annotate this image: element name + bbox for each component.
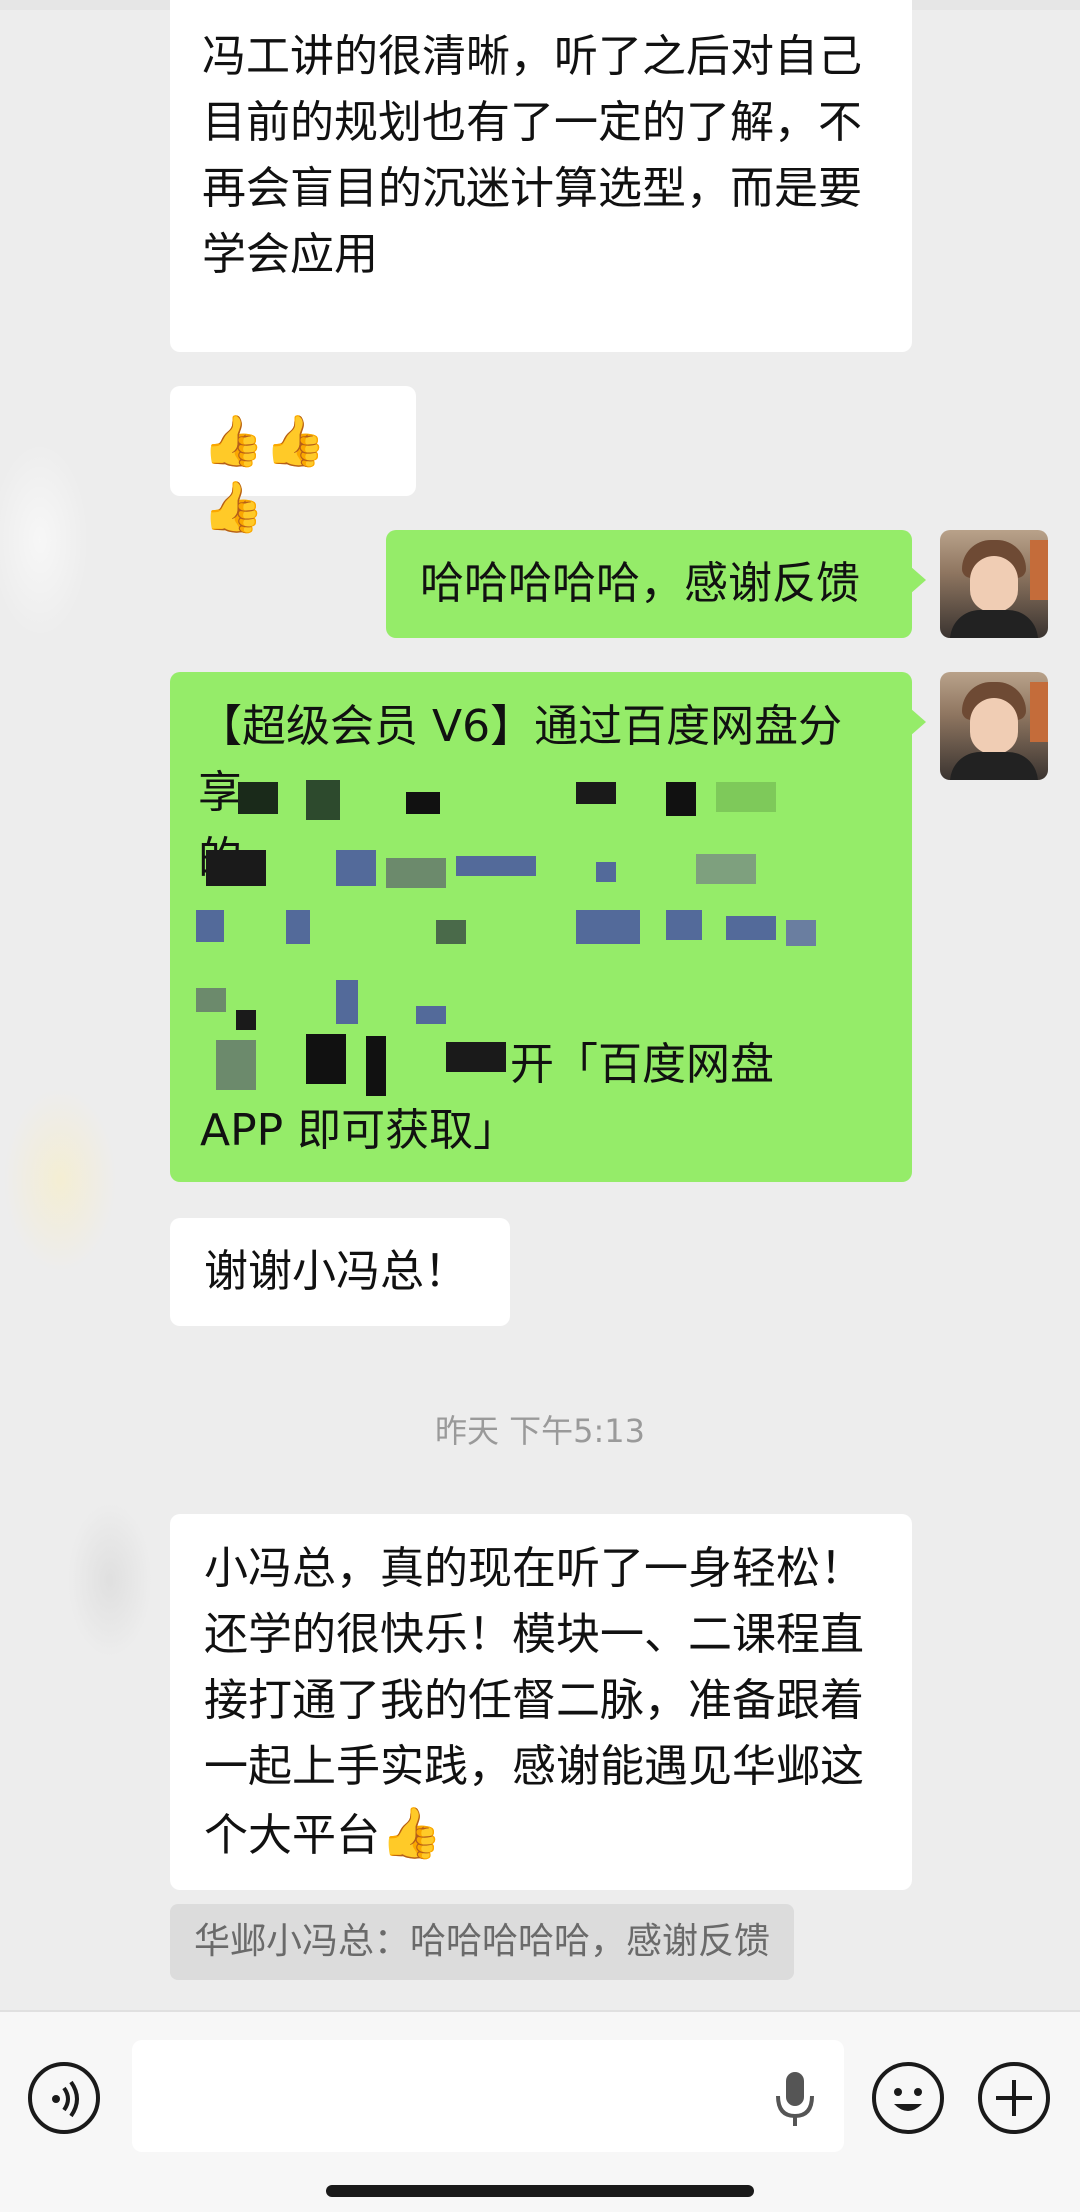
thumbs-up-emoji: 👍: [380, 1804, 443, 1862]
message-text: 谢谢小冯总！: [204, 1246, 468, 1297]
voice-icon[interactable]: [28, 2062, 100, 2134]
edge-blur: [0, 0, 160, 2010]
timestamp: 昨天 下午5:13: [434, 1412, 646, 1450]
message-bubble-outgoing[interactable]: 哈哈哈哈哈，感谢反馈: [386, 530, 926, 638]
emoji-icon[interactable]: [872, 2062, 944, 2134]
chat-screen: 冯工讲的很清晰，听了之后对自己目前的规划也有了一定的了解，不再会盲目的沉迷计算选…: [0, 0, 1080, 2212]
avatar-face: [970, 556, 1018, 612]
voice-icon-glyph: [52, 2080, 79, 2118]
input-bar: [0, 2010, 1080, 2212]
avatar-face: [970, 698, 1018, 754]
message-bubble-incoming[interactable]: 冯工讲的很清晰，听了之后对自己目前的规划也有了一定的了解，不再会盲目的沉迷计算选…: [170, 0, 912, 352]
avatar-background: [1030, 540, 1048, 600]
message-bubble-incoming[interactable]: 小冯总，真的现在听了一身轻松！还学的很快乐！模块一、二课程直接打通了我的任督二脉…: [170, 1514, 912, 1890]
emoji-icon-glyph: [894, 2088, 922, 2111]
message-bubble-incoming[interactable]: 谢谢小冯总！: [170, 1218, 510, 1326]
message-input[interactable]: [132, 2040, 844, 2152]
microphone-icon[interactable]: [770, 2070, 820, 2130]
share-line-tail: 开「百度网盘: [510, 1039, 774, 1090]
message-text: 冯工讲的很清晰，听了之后对自己目前的规划也有了一定的了解，不再会盲目的沉迷计算选…: [202, 31, 862, 280]
share-line-last: APP 即可获取」: [200, 1105, 518, 1156]
message-text: 小冯总，真的现在听了一身轻松！还学的很快乐！模块一、二课程直接打通了我的任督二脉…: [204, 1543, 864, 1861]
message-text: 哈哈哈哈哈，感谢反馈: [420, 558, 860, 609]
plus-icon-glyph: [996, 2080, 1032, 2116]
thumbs-up-emoji: 👍👍👍: [202, 412, 327, 536]
avatar-body: [950, 610, 1038, 638]
message-bubble-incoming[interactable]: 👍👍👍: [170, 386, 416, 536]
home-indicator: [326, 2185, 754, 2197]
plus-icon[interactable]: [978, 2062, 1050, 2134]
avatar-body: [950, 752, 1038, 780]
quoted-reply[interactable]: 华邺小冯总：哈哈哈哈哈，感谢反馈: [170, 1904, 795, 1980]
avatar-self[interactable]: [940, 530, 1048, 638]
avatar-self[interactable]: [940, 672, 1048, 780]
avatar-background: [1030, 682, 1048, 742]
